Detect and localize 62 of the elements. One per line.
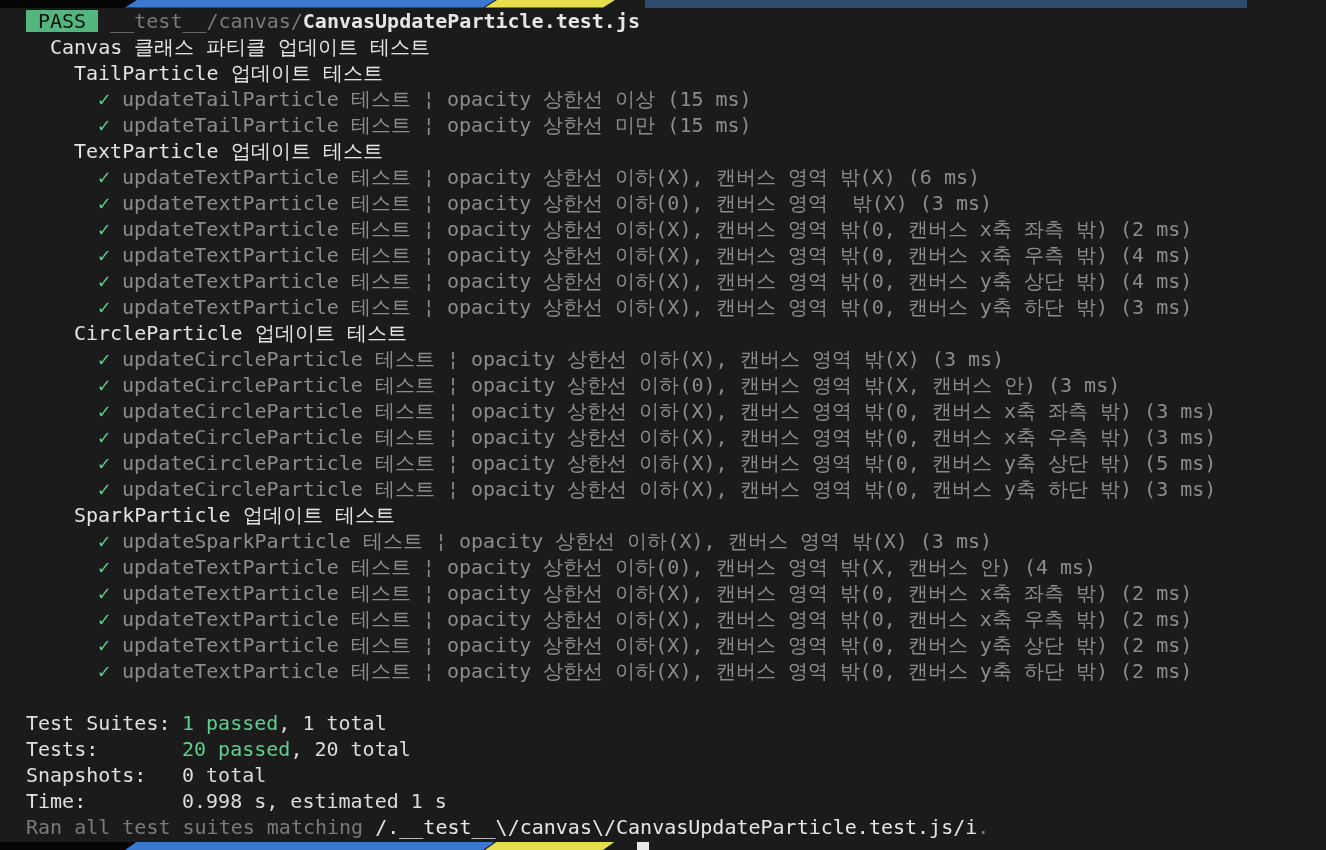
test-result: updateCircleParticle 테스트 ¦ opacity 상한선 이하(0), 캔버스 영역 밖(X, 캔버스 안) (3 ms) — [122, 371, 1121, 398]
test-file-dir: __test__/canvas/ — [110, 8, 303, 33]
summary-label: Time: — [26, 787, 88, 814]
check-mark: ✓ — [98, 527, 111, 554]
summary-value: 0 total — [182, 761, 267, 788]
summary-value: 0.998 s, estimated 1 s — [182, 787, 447, 814]
summary-label: Tests: — [26, 735, 100, 762]
run-info: Ran all test suites matching — [26, 813, 365, 840]
check-mark: ✓ — [98, 449, 111, 476]
check-mark: ✓ — [98, 189, 111, 216]
test-result: updateTextParticle 테스트 ¦ opacity 상한선 이하(X), 캔버스 영역 밖(0, 캔버스 x축 좌측 밖) (2 ms) — [122, 579, 1193, 606]
check-mark: ✓ — [98, 631, 111, 658]
check-mark: ✓ — [98, 371, 111, 398]
check-mark: ✓ — [98, 397, 111, 424]
check-mark: ✓ — [98, 475, 111, 502]
check-mark: ✓ — [98, 345, 111, 372]
pass-badge: PASS — [26, 9, 99, 32]
check-mark: ✓ — [98, 111, 111, 138]
cursor — [637, 841, 649, 850]
summary-label: Snapshots: — [26, 761, 148, 788]
run-info-end: . — [977, 813, 990, 840]
summary-value: , 1 total — [278, 709, 387, 736]
test-result: updateTextParticle 테스트 ¦ opacity 상한선 이하(X), 캔버스 영역 밖(0, 캔버스 x축 우측 밖) (2 ms) — [122, 605, 1193, 632]
test-file-name: CanvasUpdateParticle.test.js — [302, 8, 640, 33]
check-mark: ✓ — [98, 215, 111, 242]
check-mark: ✓ — [98, 605, 111, 632]
test-result: updateCircleParticle 테스트 ¦ opacity 상한선 이하(X), 캔버스 영역 밖(0, 캔버스 x축 좌측 밖) (3 ms) — [122, 397, 1217, 424]
test-result: updateTailParticle 테스트 ¦ opacity 상한선 미만 (15 ms) — [122, 111, 752, 138]
test-result: updateTextParticle 테스트 ¦ opacity 상한선 이하(X), 캔버스 영역 밖(0, 캔버스 y축 상단 밖) (2 ms) — [122, 631, 1193, 658]
test-result: updateTextParticle 테스트 ¦ opacity 상한선 이하(X), 캔버스 영역 밖(X) (6 ms) — [122, 163, 980, 190]
test-result: updateTailParticle 테스트 ¦ opacity 상한선 이상 (15 ms) — [122, 85, 752, 112]
test-result: updateTextParticle 테스트 ¦ opacity 상한선 이하(X), 캔버스 영역 밖(0, 캔버스 y축 하단 밖) (3 ms) — [122, 293, 1193, 320]
test-result: updateTextParticle 테스트 ¦ opacity 상한선 이하(X), 캔버스 영역 밖(0, 캔버스 y축 상단 밖) (4 ms) — [122, 267, 1193, 294]
check-mark: ✓ — [98, 85, 111, 112]
check-mark: ✓ — [98, 267, 111, 294]
summary-value: , 20 total — [290, 735, 411, 762]
check-mark: ✓ — [98, 579, 111, 606]
check-mark: ✓ — [98, 241, 111, 268]
group-title: TailParticle 업데이트 테스트 — [74, 60, 383, 85]
test-result: updateTextParticle 테스트 ¦ opacity 상한선 이하(X), 캔버스 영역 밖(0, 캔버스 y축 하단 밖) (2 ms) — [122, 657, 1193, 684]
group-title: CircleParticle 업데이트 테스트 — [74, 320, 407, 345]
check-mark: ✓ — [98, 163, 111, 190]
test-result: updateCircleParticle 테스트 ¦ opacity 상한선 이하(X), 캔버스 영역 밖(0, 캔버스 x축 우측 밖) (3 ms) — [122, 423, 1217, 450]
suite-title: Canvas 클래스 파티클 업데이트 테스트 — [50, 34, 431, 59]
group-title: SparkParticle 업데이트 테스트 — [74, 502, 395, 527]
test-result: updateCircleParticle 테스트 ¦ opacity 상한선 이하(X), 캔버스 영역 밖(X) (3 ms) — [122, 345, 1005, 372]
check-mark: ✓ — [98, 293, 111, 320]
test-result: updateCircleParticle 테스트 ¦ opacity 상한선 이하(X), 캔버스 영역 밖(0, 캔버스 y축 하단 밖) (3 ms) — [122, 475, 1217, 502]
test-pattern: /.__test__\/canvas\/CanvasUpdateParticle.test.js/i — [375, 813, 978, 840]
passed-count: 20 passed — [182, 735, 291, 762]
passed-count: 1 passed — [182, 709, 279, 736]
test-result: updateCircleParticle 테스트 ¦ opacity 상한선 이하(X), 캔버스 영역 밖(0, 캔버스 y축 상단 밖) (5 ms) — [122, 449, 1217, 476]
check-mark: ✓ — [98, 553, 111, 580]
summary-label: Test Suites: — [26, 709, 172, 736]
test-result: updateTextParticle 테스트 ¦ opacity 상한선 이하(X), 캔버스 영역 밖(0, 캔버스 x축 좌측 밖) (2 ms) — [122, 215, 1193, 242]
check-mark: ✓ — [98, 657, 111, 684]
test-result: updateTextParticle 테스트 ¦ opacity 상한선 이하(0), 캔버스 영역 밖(X) (3 ms) — [122, 189, 993, 216]
group-title: TextParticle 업데이트 테스트 — [74, 138, 383, 163]
test-result: updateSparkParticle 테스트 ¦ opacity 상한선 이하(X), 캔버스 영역 밖(X) (3 ms) — [122, 527, 993, 554]
test-result: updateTextParticle 테스트 ¦ opacity 상한선 이하(0), 캔버스 영역 밖(X, 캔버스 안) (4 ms) — [122, 553, 1097, 580]
test-result: updateTextParticle 테스트 ¦ opacity 상한선 이하(X), 캔버스 영역 밖(0, 캔버스 x축 우측 밖) (4 ms) — [122, 241, 1193, 268]
check-mark: ✓ — [98, 423, 111, 450]
